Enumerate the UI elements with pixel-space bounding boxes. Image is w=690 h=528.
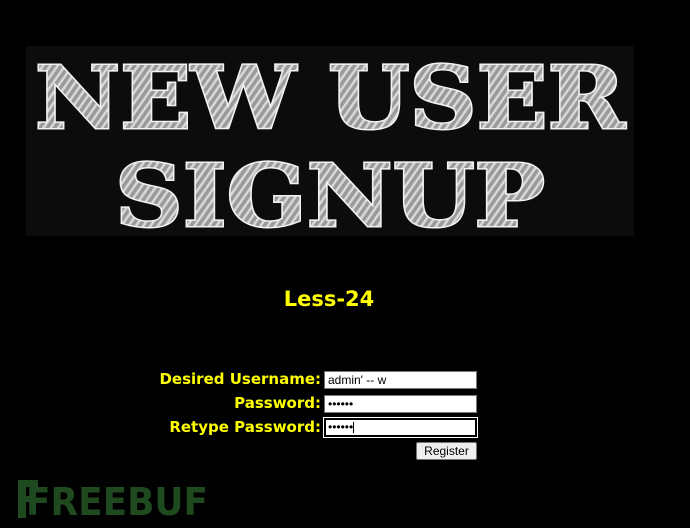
banner-line1: NEW USER	[35, 48, 626, 149]
password-label: Password:	[234, 394, 321, 412]
level-title: Less-24	[283, 287, 375, 311]
freebuf-logo: FREEBUF	[18, 480, 208, 524]
watermark-text: FREEBUF	[26, 480, 208, 520]
password-input[interactable]: ••••••	[324, 395, 477, 413]
username-label: Desired Username:	[159, 370, 321, 388]
page: NEW USER SIGNUP Less-24 Desired Username…	[0, 0, 690, 528]
text-caret	[353, 422, 355, 434]
username-input[interactable]: admin' -- w	[324, 371, 477, 389]
register-button[interactable]: Register	[416, 442, 477, 460]
retype-password-input[interactable]: ••••••	[323, 417, 478, 438]
freebuf-watermark: FREEBUF	[16, 478, 216, 524]
retype-password-label: Retype Password:	[169, 418, 321, 436]
banner-line2: SIGNUP	[115, 146, 545, 236]
new-user-signup-banner: NEW USER SIGNUP	[26, 46, 634, 236]
retype-password-value: ••••••	[328, 420, 354, 434]
banner-graphic: NEW USER SIGNUP	[26, 46, 634, 236]
